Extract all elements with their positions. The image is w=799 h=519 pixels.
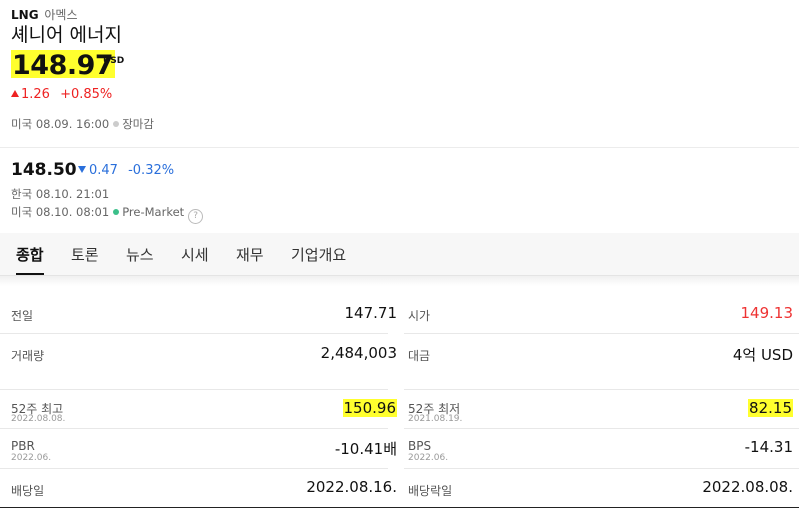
us-time: 미국 08.10. 08:01 <box>11 205 110 219</box>
tab-summary[interactable]: 종합 <box>16 244 44 275</box>
high52-date: 2022.08.08. <box>11 414 66 424</box>
tab-bar: 종합 토론 뉴스 시세 재무 기업개요 <box>0 233 799 276</box>
row-divider <box>404 468 799 469</box>
bps-label: BPS <box>408 439 432 453</box>
bottom-border <box>0 507 799 508</box>
tab-company-info[interactable]: 기업개요 <box>291 244 346 265</box>
open-value: 149.13 <box>740 304 794 322</box>
tab-shadow <box>0 276 799 286</box>
current-price-block: 148.97 USD <box>11 50 124 81</box>
company-name: 셰니어 에너지 <box>11 24 122 46</box>
low52-value: 82.15 <box>748 399 793 417</box>
high52-highlight: 150.96 <box>342 399 397 417</box>
high52-value: 150.96 <box>342 399 397 417</box>
pbr-value: -10.41배 <box>334 440 397 458</box>
row-divider <box>0 468 388 469</box>
current-price: 148.97 <box>11 50 116 81</box>
low52-highlight: 82.15 <box>748 399 793 417</box>
help-icon[interactable]: ? <box>188 209 204 224</box>
pbr-date: 2022.06. <box>11 453 52 463</box>
amount-value: 4억 USD <box>732 346 793 364</box>
price-change: 1.26 +0.85% <box>11 87 112 102</box>
dividend-date-label: 배당일 <box>11 484 45 498</box>
open-label: 시가 <box>408 309 431 323</box>
volume-label: 거래량 <box>11 349 45 363</box>
market-time: 미국 08.09. 16:00 <box>11 117 110 131</box>
change-value: 1.26 <box>21 87 50 102</box>
tab-financials[interactable]: 재무 <box>236 244 264 265</box>
low52-date: 2021.08.19. <box>408 414 463 424</box>
ex-dividend-value: 2022.08.08. <box>702 478 793 496</box>
pbr-label: PBR <box>11 439 35 453</box>
volume-value: 2,484,003 <box>320 344 397 362</box>
tab-news[interactable]: 뉴스 <box>126 244 154 265</box>
prev-close-value: 147.71 <box>344 304 398 322</box>
premarket-time-line: 미국 08.10. 08:01 Pre-Market? <box>11 204 204 224</box>
prev-close-label: 전일 <box>11 309 34 323</box>
market-status: 장마감 <box>122 117 154 131</box>
down-arrow-icon <box>78 166 86 173</box>
row-divider <box>404 428 799 429</box>
premarket-price: 148.50 <box>11 160 77 180</box>
row-divider <box>0 389 388 390</box>
amount-label: 대금 <box>408 349 431 363</box>
premarket-change-value: 0.47 <box>89 163 118 178</box>
ex-dividend-label: 배당락일 <box>408 484 453 498</box>
row-divider <box>0 333 388 334</box>
bps-date: 2022.06. <box>408 453 449 463</box>
tab-discussion[interactable]: 토론 <box>71 244 99 265</box>
up-arrow-icon <box>11 90 19 97</box>
dividend-date-value: 2022.08.16. <box>306 478 397 496</box>
row-divider <box>0 428 388 429</box>
row-divider <box>404 389 799 390</box>
tab-quotes[interactable]: 시세 <box>181 244 209 265</box>
bps-value: -14.31 <box>744 438 793 456</box>
header-divider <box>0 147 799 148</box>
premarket-change-percent: -0.32% <box>128 163 175 178</box>
premarket-dot-icon <box>113 209 120 215</box>
row-divider <box>404 333 799 334</box>
premarket-session: Pre-Market <box>122 205 185 219</box>
currency-label: USD <box>103 56 125 66</box>
premarket-change: 0.47 -0.32% <box>78 163 174 178</box>
status-dot-icon <box>113 121 120 127</box>
market-time-line: 미국 08.09. 16:00 장마감 <box>11 116 154 132</box>
korea-time: 한국 08.10. 21:01 <box>11 187 110 201</box>
change-percent: +0.85% <box>60 87 113 102</box>
